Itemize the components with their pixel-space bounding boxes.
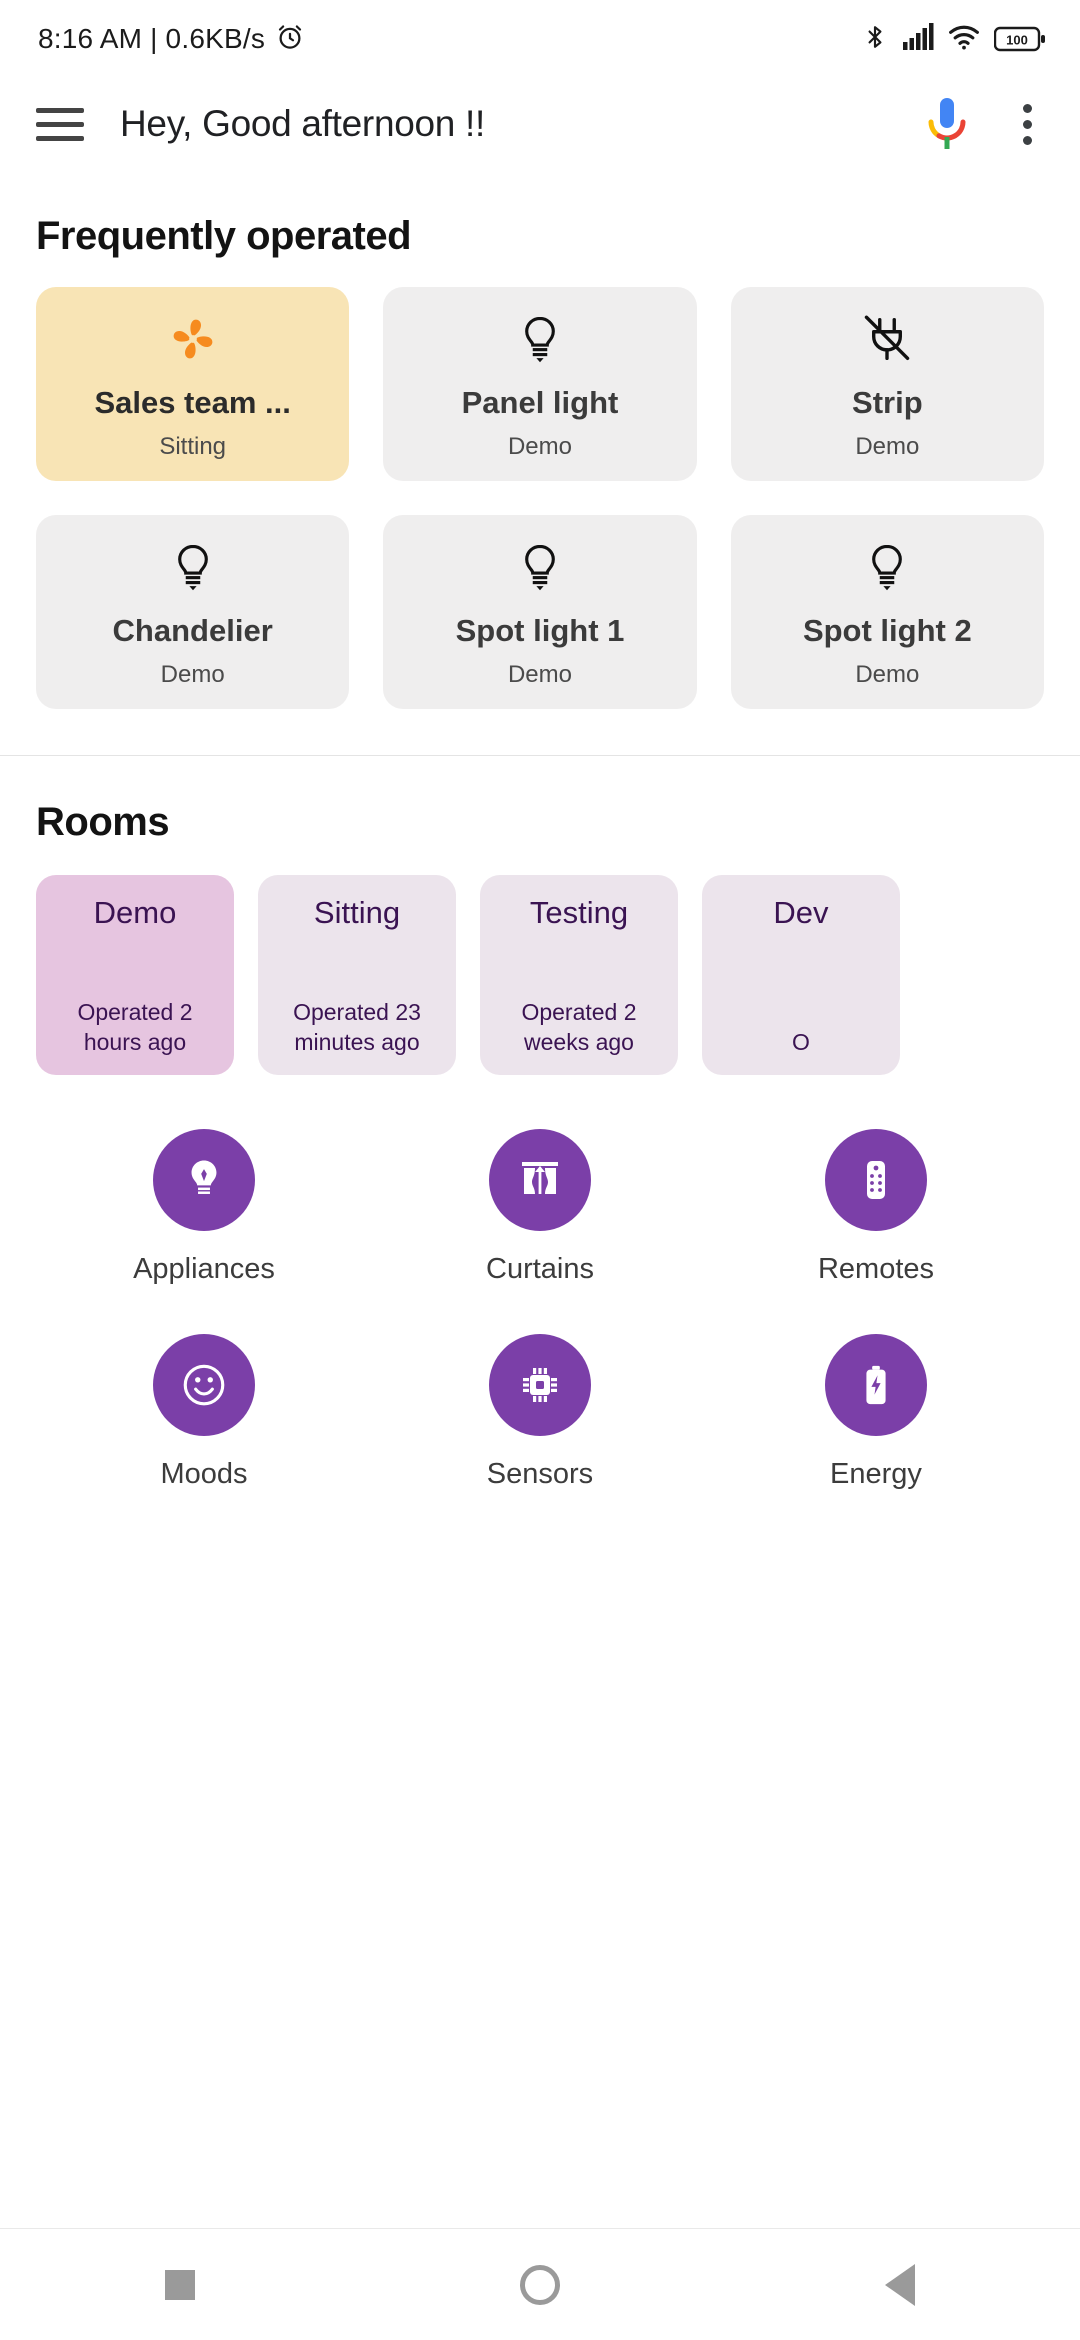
triangle-back-icon <box>885 2263 915 2306</box>
home-button[interactable] <box>480 2255 600 2315</box>
page-title: Hey, Good afternoon !! <box>120 103 485 144</box>
room-name: Demo <box>93 895 177 930</box>
alarm-icon <box>275 22 305 57</box>
category-curtains[interactable]: Curtains <box>372 1129 708 1286</box>
app-bar-actions <box>918 93 1050 155</box>
battery-bolt-icon <box>825 1334 927 1436</box>
back-button[interactable] <box>840 2255 960 2315</box>
device-room: Demo <box>507 661 572 688</box>
circle-icon <box>520 2264 560 2305</box>
category-label: Sensors <box>486 1458 594 1490</box>
device-name: Panel light <box>461 385 619 420</box>
room-last-operated: Operated 2 weeks ago <box>521 999 637 1055</box>
device-room: Demo <box>855 661 920 688</box>
device-card-chandelier[interactable]: Chandelier Demo <box>36 515 350 709</box>
room-name: Sitting <box>313 895 401 930</box>
status-bar-right: 100 <box>862 22 1046 57</box>
battery-icon: 100 <box>994 25 1046 53</box>
rooms-section: Rooms Demo Operated 2 hours ago Sitting … <box>0 756 1080 1501</box>
device-room: Demo <box>507 433 572 460</box>
device-card-spot-light-2[interactable]: Spot light 2 Demo <box>730 515 1044 709</box>
device-name: Spot light 1 <box>455 613 625 648</box>
curtains-icon <box>489 1129 591 1231</box>
room-last-operated: Operated 23 minutes ago <box>293 999 421 1055</box>
room-name: Dev <box>773 895 829 930</box>
android-navigation-bar <box>0 2228 1080 2340</box>
cellular-signal-icon <box>902 22 934 56</box>
category-label: Energy <box>830 1458 922 1490</box>
device-name: Strip <box>852 385 923 420</box>
categories-grid: Appliances Curtains Remotes Moods Sensor… <box>36 1129 1044 1501</box>
bluetooth-icon <box>862 22 888 57</box>
device-card-panel-light[interactable]: Panel light Demo <box>383 287 697 481</box>
device-room: Demo <box>160 661 225 688</box>
device-name: Chandelier <box>112 613 273 648</box>
category-label: Remotes <box>817 1253 935 1285</box>
hamburger-bar <box>36 121 84 127</box>
status-bar-left: 8:16 AM | 0.6KB/s <box>38 22 305 57</box>
frequently-operated-heading: Frequently operated <box>36 214 412 258</box>
main-content: Frequently operated Sales team ... Sitti… <box>0 170 1080 1501</box>
hamburger-bar <box>36 107 84 113</box>
device-name: Sales team ... <box>94 385 291 420</box>
room-card-testing[interactable]: Testing Operated 2 weeks ago <box>480 875 678 1075</box>
square-icon <box>165 2269 195 2300</box>
category-label: Appliances <box>133 1253 275 1285</box>
room-card-demo[interactable]: Demo Operated 2 hours ago <box>36 875 234 1075</box>
bulb-icon <box>858 535 916 599</box>
rooms-heading: Rooms <box>36 800 170 844</box>
category-remotes[interactable]: Remotes <box>708 1129 1044 1286</box>
room-last-operated: Operated 2 hours ago <box>77 999 193 1055</box>
wifi-icon <box>948 23 980 56</box>
room-card-sitting[interactable]: Sitting Operated 23 minutes ago <box>258 875 456 1075</box>
fan-icon <box>162 307 224 371</box>
overflow-menu-icon[interactable] <box>1004 93 1050 155</box>
status-time-and-network-speed: 8:16 AM | 0.6KB/s <box>38 23 266 54</box>
plug-off-icon <box>858 307 916 371</box>
bulb-icon <box>164 535 222 599</box>
battery-level-text: 100 <box>1006 33 1028 48</box>
device-room: Demo <box>855 433 920 460</box>
room-card-dev[interactable]: Dev O <box>702 875 900 1075</box>
room-name: Testing <box>529 895 629 930</box>
device-card-strip[interactable]: Strip Demo <box>730 287 1044 481</box>
bulb-icon <box>511 535 569 599</box>
category-label: Curtains <box>486 1253 594 1285</box>
remote-control-icon <box>825 1129 927 1231</box>
status-bar: 8:16 AM | 0.6KB/s 100 <box>0 0 1080 78</box>
frequently-operated-grid: Sales team ... Sitting Panel light Demo <box>36 287 1044 709</box>
overflow-dot <box>1022 135 1032 145</box>
overflow-dot <box>1022 103 1032 113</box>
category-appliances[interactable]: Appliances <box>36 1129 372 1286</box>
rooms-carousel[interactable]: Demo Operated 2 hours ago Sitting Operat… <box>36 875 1044 1075</box>
category-label: Moods <box>160 1458 248 1490</box>
bulb-icon <box>153 1129 255 1231</box>
hamburger-menu-icon[interactable] <box>34 104 86 144</box>
overflow-dot <box>1022 119 1032 129</box>
bulb-icon <box>511 307 569 371</box>
smiley-icon <box>153 1334 255 1436</box>
device-card-sales-team[interactable]: Sales team ... Sitting <box>36 287 350 481</box>
app-bar: Hey, Good afternoon !! <box>0 78 1080 170</box>
device-name: Spot light 2 <box>802 613 972 648</box>
frequently-operated-section: Frequently operated Sales team ... Sitti… <box>0 170 1080 709</box>
category-energy[interactable]: Energy <box>708 1334 1044 1491</box>
room-last-operated: O <box>792 1028 810 1055</box>
device-card-spot-light-1[interactable]: Spot light 1 Demo <box>383 515 697 709</box>
device-room: Sitting <box>159 433 227 460</box>
category-moods[interactable]: Moods <box>36 1334 372 1491</box>
recents-button[interactable] <box>120 2255 240 2315</box>
hamburger-bar <box>36 135 84 141</box>
chip-sensor-icon <box>489 1334 591 1436</box>
google-assistant-mic-icon[interactable] <box>918 93 976 155</box>
category-sensors[interactable]: Sensors <box>372 1334 708 1491</box>
